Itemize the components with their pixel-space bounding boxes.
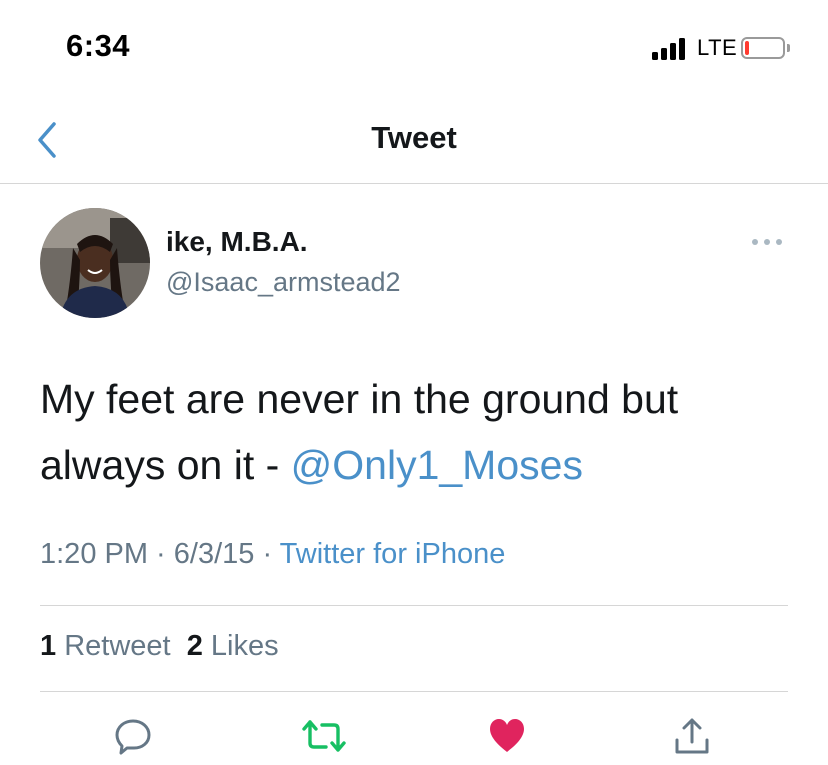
- likes-stat[interactable]: 2 Likes: [187, 630, 279, 662]
- more-dot: [764, 239, 770, 245]
- retweets-count: 1: [40, 630, 57, 662]
- reply-button[interactable]: [113, 716, 153, 756]
- cellular-signal-icon: [652, 36, 692, 60]
- likes-count: 2: [186, 630, 203, 662]
- battery-tip: [787, 44, 790, 52]
- retweets-label: Retweet: [64, 630, 171, 662]
- more-options-button[interactable]: [752, 232, 788, 252]
- retweet-button[interactable]: [302, 716, 346, 756]
- tweet-date: 6/3/15: [173, 538, 255, 570]
- author-display-name[interactable]: ike, M.B.A.: [166, 226, 308, 258]
- battery-level: [745, 41, 749, 55]
- avatar[interactable]: [40, 208, 150, 318]
- page-title: Tweet: [371, 120, 457, 155]
- retweets-stat[interactable]: 1 Retweet: [40, 630, 171, 662]
- like-button[interactable]: [487, 716, 527, 756]
- battery-icon: [741, 37, 785, 59]
- like-icon: [490, 719, 524, 752]
- more-dot: [776, 239, 782, 245]
- likes-label: Likes: [210, 630, 279, 662]
- divider: [40, 691, 788, 692]
- share-button[interactable]: [672, 716, 712, 756]
- meta-separator: ·: [148, 538, 174, 570]
- reply-icon: [115, 719, 151, 755]
- network-type: LTE: [697, 35, 738, 60]
- status-time: 6:34: [66, 28, 131, 63]
- action-bar: [0, 700, 828, 765]
- tweet-stats: 1 Retweet 2 Likes: [40, 630, 279, 663]
- tweet-source-link[interactable]: Twitter for iPhone: [280, 538, 506, 570]
- tweet-time: 1:20 PM: [40, 538, 148, 570]
- share-icon: [675, 718, 709, 754]
- retweet-icon: [302, 720, 346, 752]
- nav-bar: Tweet: [0, 96, 828, 184]
- author-handle[interactable]: @Isaac_armstead2: [166, 267, 401, 298]
- divider: [40, 605, 788, 606]
- mention-link[interactable]: @Only1_Moses: [291, 442, 583, 488]
- avatar-photo: [40, 208, 150, 318]
- tweet-text: My feet are never in the ground but alwa…: [40, 366, 800, 498]
- meta-separator: ·: [254, 538, 280, 570]
- tweet-meta: 1:20 PM · 6/3/15 · Twitter for iPhone: [40, 538, 505, 571]
- more-dot: [752, 239, 758, 245]
- status-bar: 6:34 LTE: [0, 0, 828, 96]
